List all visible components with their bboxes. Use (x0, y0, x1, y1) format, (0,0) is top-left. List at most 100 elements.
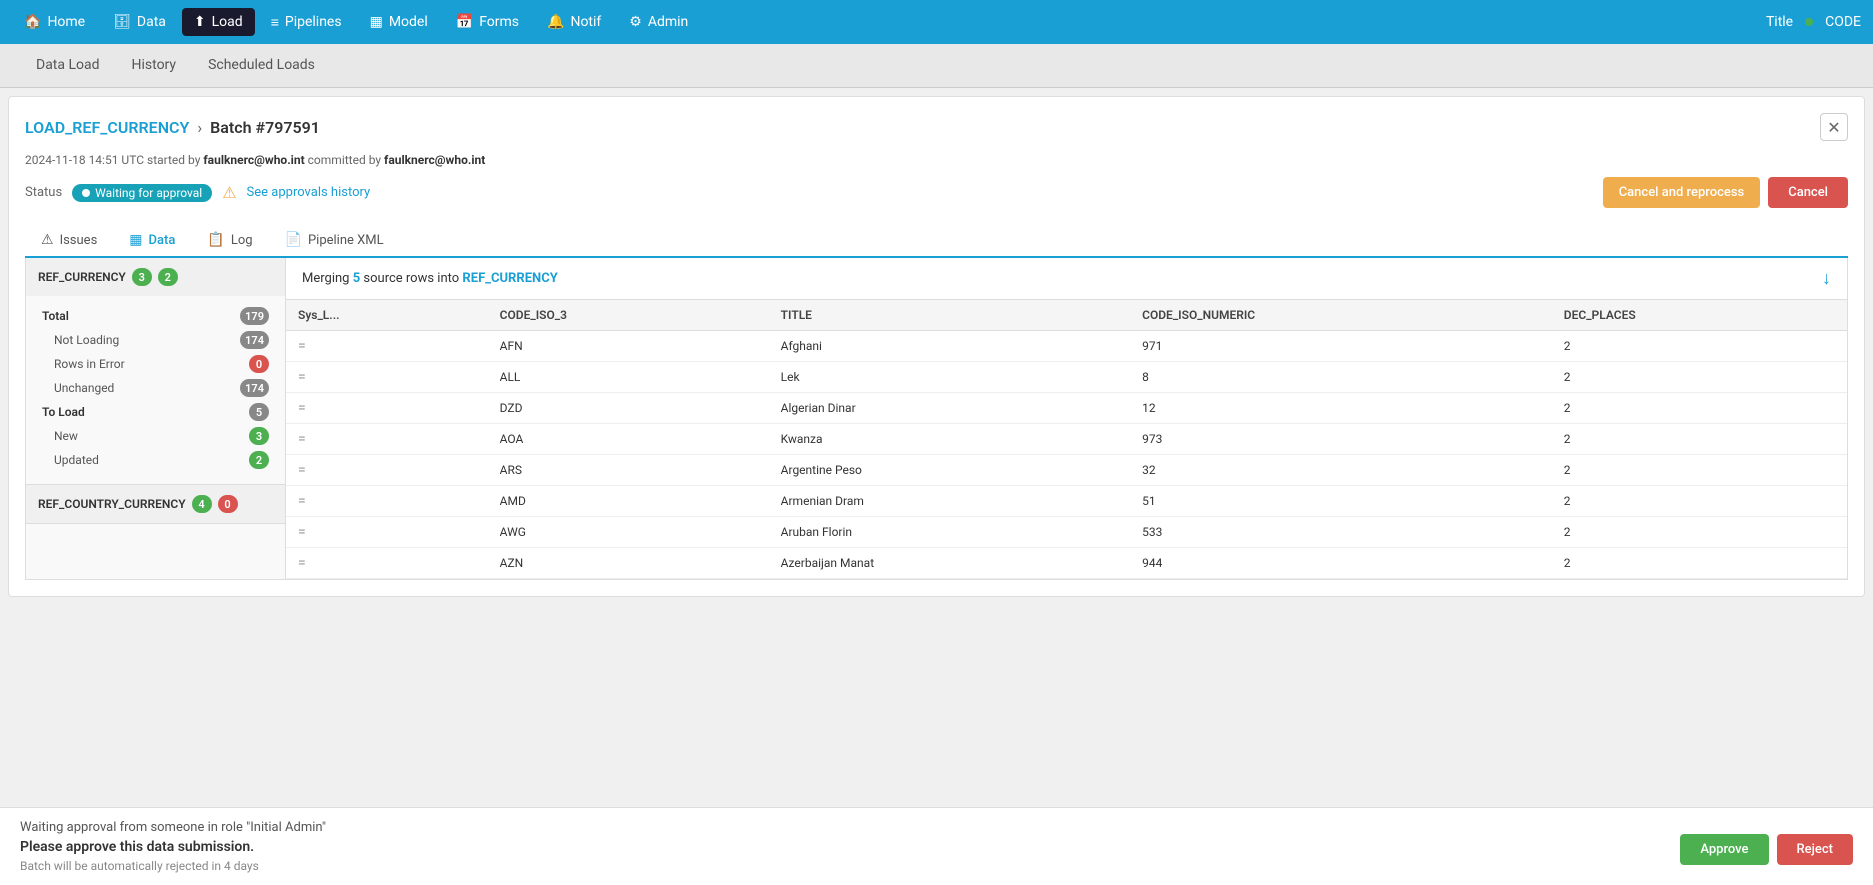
home-icon: 🏠 (24, 14, 41, 30)
waiting-approval-text: Waiting approval from someone in role "I… (20, 820, 1220, 835)
badge-dot (82, 189, 90, 197)
table-row: = AOA Kwanza 973 2 (286, 424, 1847, 455)
load-icon: ⬆ (194, 14, 206, 30)
bottom-bar-actions: Approve Reject (1680, 834, 1853, 865)
nav-model[interactable]: ▦ Model (358, 8, 440, 36)
cell-sys: = (286, 362, 488, 393)
stat-total: Total 179 (42, 304, 269, 328)
breadcrumb-link[interactable]: LOAD_REF_CURRENCY (25, 118, 189, 137)
cell-code-iso-numeric: 533 (1130, 517, 1552, 548)
log-tab-icon: 📋 (207, 232, 224, 248)
approve-submission-title: Please approve this data submission. (20, 839, 1220, 855)
pipeline-tab-icon: 📄 (285, 232, 302, 248)
ref-country-currency-label: REF_COUNTRY_CURRENCY (38, 497, 186, 511)
notif-icon: 🔔 (547, 14, 564, 30)
col-code-iso-3: CODE_ISO_3 (488, 300, 769, 331)
to-load-badge: 5 (249, 403, 269, 421)
close-icon: ✕ (1827, 118, 1840, 137)
tab-log[interactable]: 📋 Log (191, 224, 268, 258)
status-badge: Waiting for approval (72, 184, 212, 202)
tab-issues[interactable]: ⚠ Issues (25, 224, 113, 258)
cell-code-iso-3: ARS (488, 455, 769, 486)
cell-code-iso-numeric: 32 (1130, 455, 1552, 486)
stat-unchanged: Unchanged 174 (42, 376, 269, 400)
cell-code-iso-3: ALL (488, 362, 769, 393)
cell-sys: = (286, 424, 488, 455)
cancel-reprocess-button[interactable]: Cancel and reprocess (1603, 177, 1761, 208)
col-code-iso-numeric: CODE_ISO_NUMERIC (1130, 300, 1552, 331)
close-button[interactable]: ✕ (1820, 113, 1848, 141)
approvals-history-link[interactable]: See approvals history (247, 185, 371, 200)
cell-dec-places: 2 (1552, 517, 1847, 548)
cell-title: Armenian Dram (769, 486, 1130, 517)
data-icon: 🗄 (113, 14, 131, 30)
cell-title: Argentine Peso (769, 455, 1130, 486)
cell-code-iso-3: AWG (488, 517, 769, 548)
nav-title: Title (1766, 14, 1793, 30)
subnav-history[interactable]: History (116, 45, 193, 87)
cell-title: Afghani (769, 331, 1130, 362)
cell-dec-places: 2 (1552, 424, 1847, 455)
content-area: REF_CURRENCY 3 2 Total 179 Not Loading 1… (25, 258, 1848, 580)
right-panel: Merging 5 source rows into REF_CURRENCY … (286, 258, 1847, 579)
approve-button[interactable]: Approve (1680, 834, 1768, 865)
left-section-ref-country-currency: REF_COUNTRY_CURRENCY 4 0 (26, 485, 285, 524)
forms-icon: 📅 (456, 14, 473, 30)
cell-dec-places: 2 (1552, 486, 1847, 517)
nav-code: CODE (1825, 14, 1861, 30)
nav-home[interactable]: 🏠 Home (12, 8, 97, 36)
data-tab-icon: ▦ (129, 232, 142, 248)
stat-rows-in-error: Rows in Error 0 (42, 352, 269, 376)
cell-sys: = (286, 517, 488, 548)
nav-notif[interactable]: 🔔 Notif (535, 8, 613, 36)
table-row: = ALL Lek 8 2 (286, 362, 1847, 393)
nav-admin[interactable]: ⚙ Admin (617, 8, 700, 36)
data-table: Sys_L... CODE_ISO_3 TITLE CODE_ISO_NUMER… (286, 300, 1847, 579)
download-icon[interactable]: ↓ (1822, 268, 1831, 289)
admin-icon: ⚙ (629, 14, 642, 30)
cancel-button[interactable]: Cancel (1768, 177, 1848, 208)
status-label: Status (25, 185, 62, 200)
nav-forms[interactable]: 📅 Forms (444, 8, 531, 36)
ref-country-currency-badge-2: 0 (218, 495, 238, 513)
main-content: LOAD_REF_CURRENCY › Batch #797591 ✕ 2024… (8, 96, 1865, 597)
stat-new: New 3 (42, 424, 269, 448)
table-row: = ARS Argentine Peso 32 2 (286, 455, 1847, 486)
col-dec-places: DEC_PLACES (1552, 300, 1847, 331)
stat-not-loading: Not Loading 174 (42, 328, 269, 352)
left-section-ref-country-currency-header[interactable]: REF_COUNTRY_CURRENCY 4 0 (26, 485, 285, 523)
rows-in-error-badge: 0 (249, 355, 269, 373)
subnav-data-load[interactable]: Data Load (20, 45, 116, 87)
left-section-ref-currency-header[interactable]: REF_CURRENCY 3 2 (26, 258, 285, 296)
subnav-scheduled-loads[interactable]: Scheduled Loads (192, 45, 331, 87)
right-panel-header: Merging 5 source rows into REF_CURRENCY … (286, 258, 1847, 300)
top-nav: 🏠 Home 🗄 Data ⬆ Load ≡ Pipelines ▦ Model… (0, 0, 1873, 44)
cell-code-iso-3: AOA (488, 424, 769, 455)
reject-button[interactable]: Reject (1777, 834, 1854, 865)
cell-sys: = (286, 455, 488, 486)
nav-load[interactable]: ⬆ Load (182, 8, 255, 36)
unchanged-badge: 174 (240, 379, 269, 397)
nav-pipelines[interactable]: ≡ Pipelines (259, 8, 354, 37)
cell-dec-places: 2 (1552, 393, 1847, 424)
tab-data[interactable]: ▦ Data (113, 224, 191, 258)
table-row: = AMD Armenian Dram 51 2 (286, 486, 1847, 517)
cell-sys: = (286, 548, 488, 579)
cell-title: Kwanza (769, 424, 1130, 455)
cell-dec-places: 2 (1552, 455, 1847, 486)
cell-code-iso-numeric: 971 (1130, 331, 1552, 362)
nav-data[interactable]: 🗄 Data (101, 8, 178, 36)
table-row: = DZD Algerian Dinar 12 2 (286, 393, 1847, 424)
action-buttons: Cancel and reprocess Cancel (1603, 177, 1848, 208)
cell-code-iso-3: AZN (488, 548, 769, 579)
cell-code-iso-numeric: 944 (1130, 548, 1552, 579)
table-row: = AZN Azerbaijan Manat 944 2 (286, 548, 1847, 579)
tab-pipeline-xml[interactable]: 📄 Pipeline XML (269, 224, 400, 258)
bottom-bar: Waiting approval from someone in role "I… (0, 807, 1873, 885)
cell-code-iso-numeric: 12 (1130, 393, 1552, 424)
breadcrumb: LOAD_REF_CURRENCY › Batch #797591 ✕ (25, 113, 1848, 141)
ref-currency-stats: Total 179 Not Loading 174 Rows in Error … (26, 296, 285, 484)
cell-code-iso-3: DZD (488, 393, 769, 424)
cell-sys: = (286, 331, 488, 362)
not-loading-badge: 174 (240, 331, 269, 349)
